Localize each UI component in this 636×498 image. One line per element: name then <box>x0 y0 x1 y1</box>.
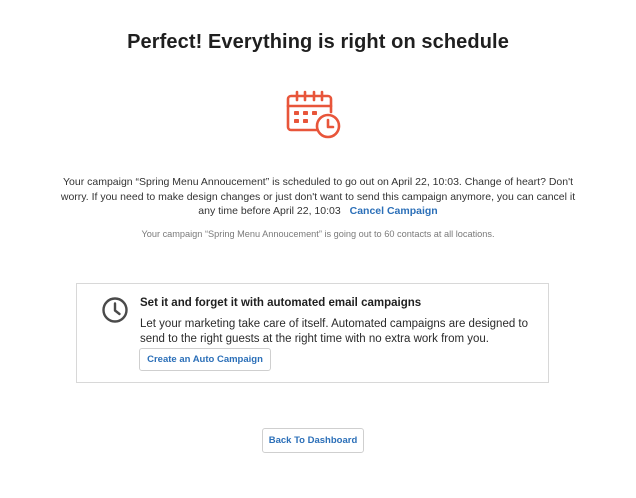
schedule-message: Your campaign “Spring Menu Annoucement” … <box>60 176 576 217</box>
clock-icon <box>102 297 128 323</box>
create-auto-campaign-button[interactable]: Create an Auto Campaign <box>139 348 271 371</box>
page-title: Perfect! Everything is right on schedule <box>127 31 509 53</box>
auto-campaign-card: Set it and forget it with automated emai… <box>76 283 549 383</box>
schedule-description: Your campaign “Spring Menu Annoucement” … <box>60 175 576 219</box>
audience-note: Your campaign “Spring Menu Annoucement” … <box>141 229 495 239</box>
calendar-clock-icon <box>286 90 341 139</box>
auto-campaign-description: Let your marketing take care of itself. … <box>140 318 529 345</box>
auto-campaign-title: Set it and forget it with automated emai… <box>140 297 422 309</box>
back-to-dashboard-button[interactable]: Back To Dashboard <box>262 428 364 453</box>
cancel-campaign-link[interactable]: Cancel Campaign <box>350 205 438 217</box>
